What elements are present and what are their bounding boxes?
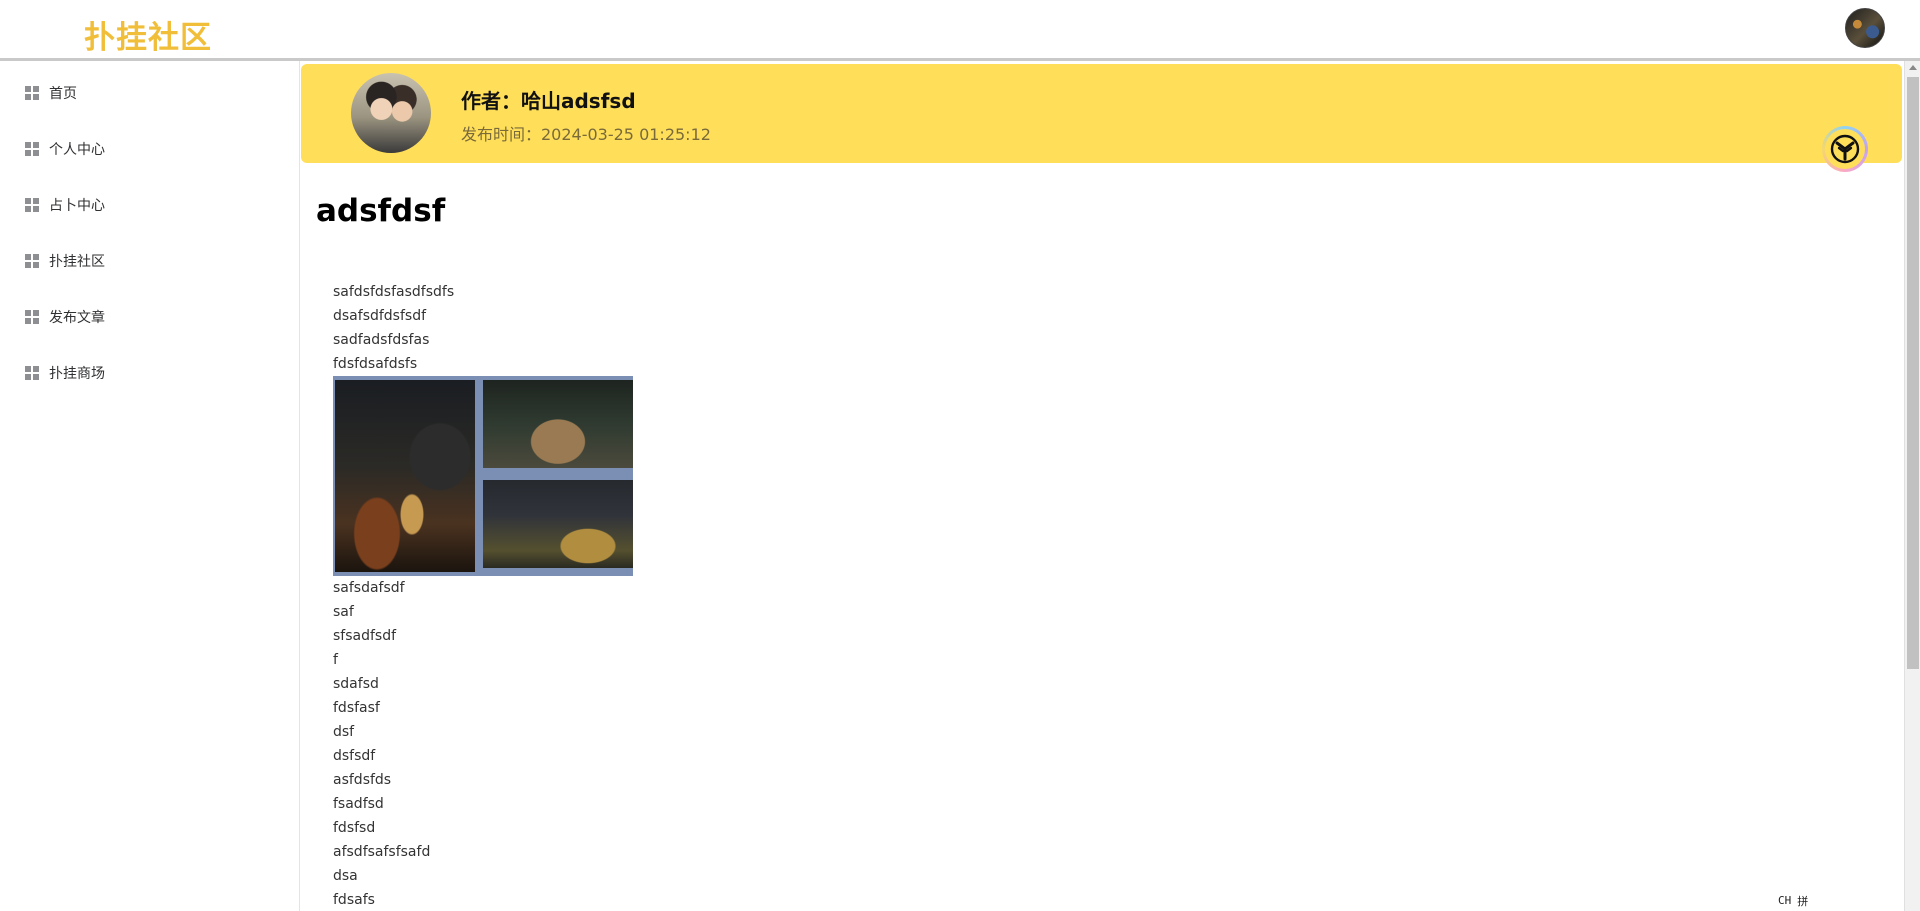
sidebar: 首页 个人中心 占卜中心 扑挂社区 发布文章 扑挂商场 xyxy=(0,61,300,911)
sidebar-item-profile[interactable]: 个人中心 xyxy=(0,127,299,171)
user-avatar[interactable] xyxy=(1845,8,1885,48)
publish-time: 发布时间：2024-03-25 01:25:12 xyxy=(461,125,711,144)
body-line: safdsfdsfasdfsdfs xyxy=(333,284,455,300)
ime-mode: CH xyxy=(1778,894,1792,907)
sidebar-item-home[interactable]: 首页 xyxy=(0,71,299,115)
photo-panel-bottle xyxy=(335,380,475,572)
sidebar-item-label: 扑挂商场 xyxy=(49,366,105,382)
author-name: 作者：哈山adsfsd xyxy=(461,89,636,113)
ime-input-method: 拼 xyxy=(1797,894,1809,908)
sidebar-item-label: 发布文章 xyxy=(49,310,105,326)
sidebar-item-label: 个人中心 xyxy=(49,142,105,158)
article-image xyxy=(333,376,633,576)
top-header: 扑挂社区 xyxy=(0,0,1920,61)
grid-icon xyxy=(25,366,39,380)
body-line: saf xyxy=(333,604,354,620)
body-line: sfsadfsdf xyxy=(333,628,397,644)
body-line: safsdafsdf xyxy=(333,580,405,596)
body-line: fdsfasf xyxy=(333,700,380,716)
grid-icon xyxy=(25,86,39,100)
body-line: fdsafs xyxy=(333,892,375,908)
photo-panel-night xyxy=(483,480,633,568)
body-line: fdsfdsafdsfs xyxy=(333,356,418,372)
article-title: adsfdsf xyxy=(316,193,446,229)
grid-icon xyxy=(25,198,39,212)
body-line: asfdsfds xyxy=(333,772,392,788)
body-line: f xyxy=(333,652,338,668)
sidebar-item-community[interactable]: 扑挂社区 xyxy=(0,239,299,283)
article-body: safdsfdsfasdfsdfs dsafsdfdsfsdf sadfadsf… xyxy=(333,280,1833,911)
body-line: dsafsdfdsfsdf xyxy=(333,308,427,324)
body-line: sdafsd xyxy=(333,676,379,692)
site-logo[interactable]: 扑挂社区 xyxy=(84,12,212,57)
body-line: dsa xyxy=(333,868,358,884)
sidebar-item-label: 扑挂社区 xyxy=(49,254,105,270)
assistant-icon xyxy=(1825,129,1865,169)
sidebar-item-mall[interactable]: 扑挂商场 xyxy=(0,351,299,395)
author-banner: 作者：哈山adsfsd 发布时间：2024-03-25 01:25:12 xyxy=(301,64,1902,172)
body-line: dsfsdf xyxy=(333,748,376,764)
scroll-thumb[interactable] xyxy=(1907,77,1919,669)
main-content: 作者：哈山adsfsd 发布时间：2024-03-25 01:25:12 ads… xyxy=(301,61,1904,911)
sidebar-item-label: 首页 xyxy=(49,86,77,102)
grid-icon xyxy=(25,142,39,156)
author-avatar[interactable] xyxy=(351,73,431,153)
sidebar-item-divination[interactable]: 占卜中心 xyxy=(0,183,299,227)
body-line: fdsfsd xyxy=(333,820,376,836)
body-line: fsadfsd xyxy=(333,796,384,812)
body-line: afsdfsafsfsafd xyxy=(333,844,431,860)
grid-icon xyxy=(25,254,39,268)
body-line: sadfadsfdsfas xyxy=(333,332,430,348)
floating-action-button[interactable] xyxy=(1822,126,1868,172)
ime-indicator[interactable]: CH 拼 xyxy=(1770,890,1904,911)
sidebar-item-label: 占卜中心 xyxy=(49,198,105,214)
scroll-up-arrow-icon[interactable] xyxy=(1909,65,1917,70)
body-line: dsf xyxy=(333,724,355,740)
page-scrollbar[interactable] xyxy=(1904,61,1920,911)
grid-icon xyxy=(25,310,39,324)
sidebar-item-publish[interactable]: 发布文章 xyxy=(0,295,299,339)
photo-panel-table xyxy=(483,380,633,468)
